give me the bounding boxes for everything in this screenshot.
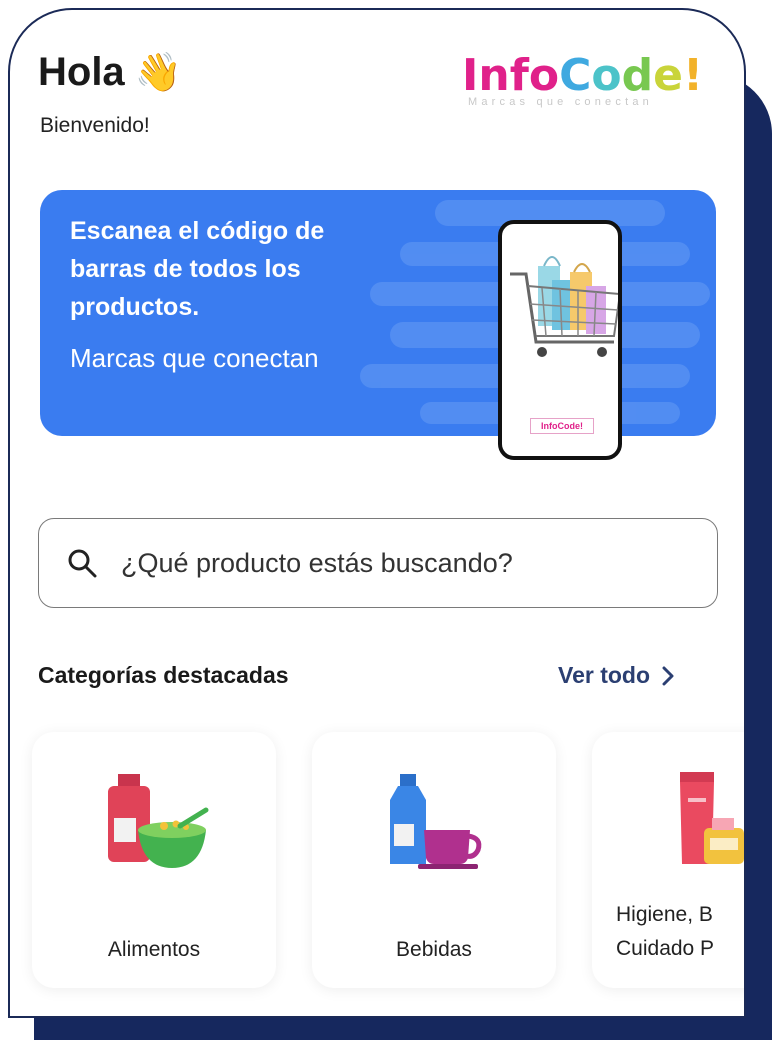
- category-card-alimentos[interactable]: Alimentos: [32, 732, 276, 988]
- logo-letter: C: [559, 50, 592, 101]
- banner-subtitle: Marcas que conectan: [70, 343, 319, 373]
- phone-illustration: InfoCode!: [498, 220, 622, 460]
- greeting: Hola 👋: [38, 50, 182, 95]
- logo-letter: o: [591, 50, 622, 101]
- logo-letter: f: [509, 50, 529, 101]
- logo-letter: n: [478, 50, 510, 101]
- search-icon: [68, 549, 97, 578]
- see-all-label: Ver todo: [558, 662, 651, 688]
- search-input[interactable]: [119, 546, 683, 580]
- logo-letter: o: [528, 50, 560, 101]
- logo-letter: d: [621, 50, 654, 101]
- food-bowl-icon: [108, 774, 209, 868]
- category-label: Bebidas: [396, 938, 472, 961]
- infocode-logo: InfoCode! Marcas que conectan: [462, 54, 714, 109]
- category-card-bebidas[interactable]: Bebidas: [312, 732, 556, 988]
- banner-title: Escanea el código de barras de todos los…: [70, 217, 325, 321]
- welcome-text: Bienvenido!: [40, 114, 150, 137]
- see-all-link[interactable]: Ver todo: [558, 662, 674, 689]
- app-screen: Hola 👋 Bienvenido! InfoCode! Marcas que …: [8, 8, 746, 1018]
- chevron-right-icon: [662, 666, 674, 685]
- drink-cup-icon: [390, 774, 482, 869]
- category-label: Alimentos: [107, 938, 201, 961]
- hygiene-bottle-icon: [680, 772, 744, 864]
- category-label: Higiene, B Cuidado P: [616, 903, 715, 960]
- logo-letter: !: [682, 50, 704, 101]
- phone-logo: InfoCode!: [530, 418, 594, 434]
- logo-wordmark: InfoCode!: [462, 54, 714, 98]
- search-bar[interactable]: [38, 518, 718, 608]
- greeting-text: Hola: [38, 50, 125, 94]
- promo-banner[interactable]: Escanea el código de barras de todos los…: [40, 190, 716, 460]
- categories-title: Categorías destacadas: [38, 662, 289, 688]
- logo-letter: I: [462, 50, 479, 101]
- logo-letter: e: [653, 50, 683, 101]
- waving-hand-icon: 👋: [134, 51, 183, 94]
- category-card-higiene[interactable]: Higiene, B Cuidado P: [592, 732, 744, 988]
